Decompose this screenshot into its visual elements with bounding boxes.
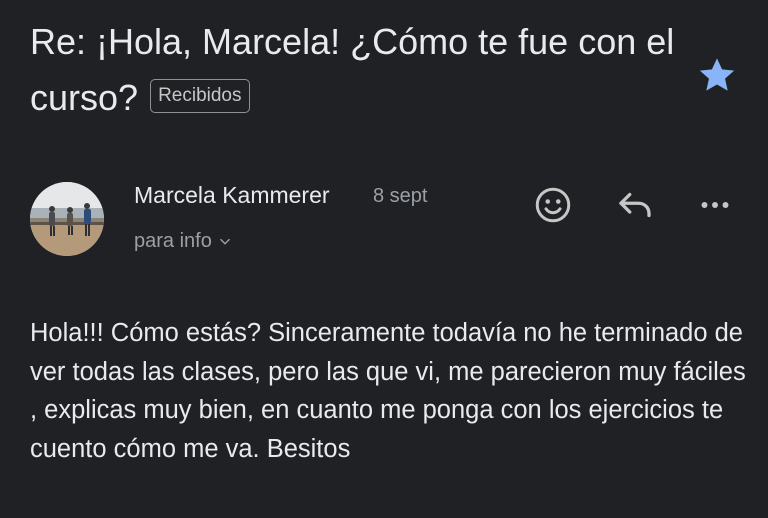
sent-date: 8 sept: [373, 185, 428, 207]
sender-name[interactable]: Marcela Kammerer: [134, 182, 330, 209]
emoji-reaction-button[interactable]: [532, 184, 574, 226]
star-icon[interactable]: [696, 54, 738, 96]
chevron-down-icon: [220, 238, 230, 244]
reply-icon: [619, 192, 651, 218]
recipient-label: para info: [134, 230, 212, 252]
more-icon: [701, 202, 729, 208]
more-options-button[interactable]: [694, 184, 736, 226]
subject-heading: Re: ¡Hola, Marcela! ¿Cómo te fue con el …: [30, 14, 680, 126]
emoji-icon: [535, 187, 571, 223]
label-chip[interactable]: Recibidos: [150, 79, 250, 114]
subject-text: Re: ¡Hola, Marcela! ¿Cómo te fue con el …: [30, 21, 675, 118]
recipient-details-toggle[interactable]: para info: [134, 230, 232, 253]
reply-button[interactable]: [614, 184, 656, 226]
message-body: Hola!!! Cómo estás? Sinceramente todavía…: [30, 319, 746, 463]
avatar: [30, 182, 104, 256]
